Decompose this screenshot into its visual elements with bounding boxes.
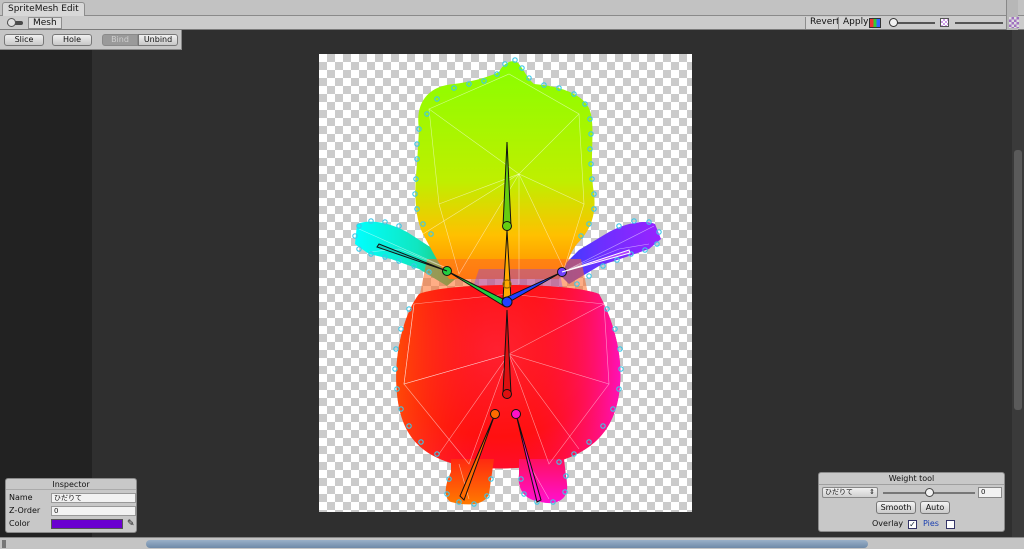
slice-button[interactable]: Slice [4,34,44,46]
weight-slider[interactable] [883,487,975,498]
weight-value-field[interactable]: 0 [978,487,1002,498]
zorder-field[interactable]: 0 [51,506,136,516]
overlay-checkbox[interactable]: ✓ [908,520,917,529]
inspector-panel: Inspector Name ひだりて Z-Order 0 Color ✎ [5,478,137,533]
name-row: Name ひだりて [9,492,136,504]
hole-button[interactable]: Hole [52,34,92,46]
apply-button[interactable]: Apply [838,17,873,29]
auto-button[interactable]: Auto [920,501,950,514]
color-channels-icon[interactable] [869,18,881,28]
title-bar: SpriteMesh Edit [0,0,1024,16]
smooth-button[interactable]: Smooth [876,501,916,514]
chevron-down-icon: ⇕ [869,488,875,496]
name-field[interactable]: ひだりて [51,493,136,503]
sprite-mesh[interactable] [319,54,692,512]
sprite-canvas[interactable] [319,54,692,512]
toolbar: Mesh Revert Apply [0,16,1024,30]
color-label: Color [9,519,30,528]
zoom-slider[interactable] [889,18,935,28]
horizontal-scroll-thumb[interactable] [146,540,868,548]
bone-select[interactable]: ひだりて ⇕ [822,487,878,498]
bone-select-value: ひだりて [825,488,853,496]
alpha-checker-icon[interactable] [940,18,949,27]
zorder-row: Z-Order 0 [9,505,136,517]
vertical-scroll-thumb[interactable] [1014,150,1022,410]
weight-tool-title: Weight tool [819,473,1004,485]
zorder-label: Z-Order [9,506,41,515]
bind-button[interactable]: Bind [102,34,138,46]
vertical-scrollbar[interactable] [1012,30,1024,538]
weight-slider-knob[interactable] [924,488,934,497]
inspector-title: Inspector [6,479,136,490]
horizontal-scrollbar[interactable] [0,537,1024,549]
pies-label: Pies [923,519,939,528]
edit-buttons-panel: Slice Hole Bind Unbind [0,30,182,50]
mode-label[interactable]: Mesh [28,17,62,29]
top-scroll-edge [1006,0,1019,30]
mode-toggle-icon[interactable] [4,17,26,29]
zoom-slider-knob[interactable] [889,18,898,27]
overlay-label: Overlay [872,519,904,528]
weight-tool-options: Overlay ✓ Pies [819,518,1006,530]
pies-checkbox[interactable] [946,520,955,529]
window-tab[interactable]: SpriteMesh Edit [2,2,85,16]
alpha-slider[interactable] [955,18,1003,28]
color-row: Color ✎ [9,518,135,530]
eyedropper-icon[interactable]: ✎ [127,518,135,530]
unbind-button[interactable]: Unbind [138,34,178,46]
color-field[interactable] [51,519,123,529]
name-label: Name [9,493,33,502]
weight-tool-panel: Weight tool ひだりて ⇕ 0 Smooth Auto Overlay… [818,472,1005,532]
left-dim-overlay [0,30,92,549]
